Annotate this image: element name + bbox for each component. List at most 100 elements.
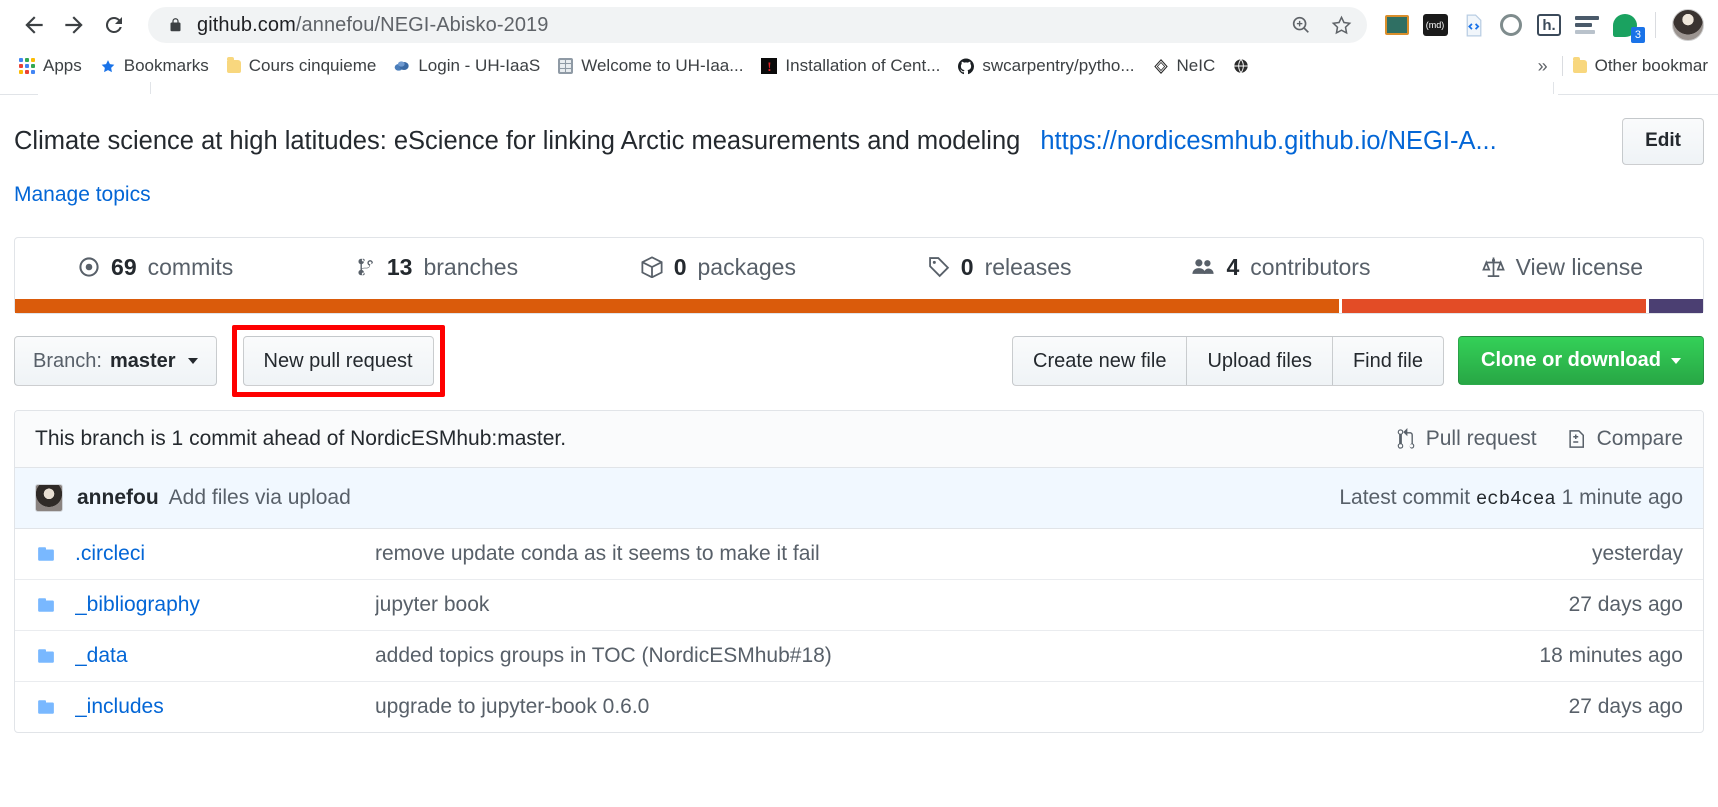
stat-branches[interactable]: 13 branches	[296, 254, 577, 281]
bookmark-bookmarks[interactable]: Bookmarks	[91, 53, 218, 79]
bookmarks-bar: Apps Bookmarks Cours cinquieme Login - U…	[0, 50, 1718, 82]
branch-icon	[356, 256, 376, 278]
stat-label: contributors	[1250, 253, 1371, 280]
folder-icon	[35, 698, 57, 716]
table-row[interactable]: _data added topics groups in TOC (Nordic…	[15, 631, 1703, 682]
bookmark-swcarpentry[interactable]: swcarpentry/pytho...	[949, 53, 1143, 79]
branch-selector-button[interactable]: Branch: master	[14, 335, 217, 386]
table-row[interactable]: _includes upgrade to jupyter-book 0.6.0 …	[15, 682, 1703, 732]
repo-actions-row: Branch: master New pull request Create n…	[14, 324, 1704, 397]
code-viewer-extension-icon[interactable]	[1459, 11, 1487, 39]
stat-contributors[interactable]: 4 contributors	[1140, 254, 1421, 281]
other-bookmarks-button[interactable]: Other bookmar	[1567, 56, 1708, 76]
find-file-button[interactable]: Find file	[1331, 335, 1444, 386]
forward-button[interactable]	[54, 5, 94, 45]
commit-author[interactable]: annefou	[77, 486, 159, 510]
table-row[interactable]: .circleci remove update conda as it seem…	[15, 529, 1703, 580]
file-time: 27 days ago	[1568, 694, 1683, 718]
file-time: 18 minutes ago	[1539, 643, 1683, 667]
folder-icon	[35, 545, 57, 563]
opera-circle-extension-icon[interactable]	[1497, 11, 1525, 39]
latest-commit-row: annefou Add files via upload Latest comm…	[15, 467, 1703, 529]
repo-homepage-link[interactable]: https://nordicesmhub.github.io/NEGI-A...	[1040, 127, 1496, 156]
commit-sha[interactable]: ecb4cea	[1476, 488, 1556, 510]
file-commit-message[interactable]: jupyter book	[375, 593, 1549, 617]
centos-icon: !	[761, 58, 778, 74]
stat-packages[interactable]: 0 packages	[578, 254, 859, 281]
pull-request-link[interactable]: Pull request	[1396, 427, 1537, 451]
pull-request-icon	[1397, 427, 1414, 449]
file-name[interactable]: _bibliography	[75, 593, 375, 617]
bookmark-login-uh-iaas[interactable]: Login - UH-IaaS	[385, 53, 549, 79]
file-name[interactable]: _data	[75, 644, 375, 668]
file-commit-message[interactable]: added topics groups in TOC (NordicESMhub…	[375, 644, 1519, 668]
branch-status-text: This branch is 1 commit ahead of NordicE…	[35, 426, 567, 450]
star-outline-icon[interactable]	[1330, 14, 1353, 37]
file-commit-message[interactable]: remove update conda as it seems to make …	[375, 542, 1572, 566]
stat-label: commits	[147, 253, 234, 280]
stat-label: releases	[984, 253, 1072, 280]
bookmark-welcome-uh-iaas[interactable]: Welcome to UH-Iaa...	[549, 53, 752, 79]
commit-time: 1 minute ago	[1561, 485, 1683, 509]
table-row[interactable]: _bibliography jupyter book 27 days ago	[15, 580, 1703, 631]
stat-releases[interactable]: 0 releases	[859, 254, 1140, 281]
file-name[interactable]: _includes	[75, 695, 375, 719]
bookmark-label: Cours cinquieme	[248, 56, 377, 75]
manage-topics-link[interactable]: Manage topics	[0, 165, 1718, 207]
back-button[interactable]	[14, 5, 54, 45]
create-new-file-button[interactable]: Create new file	[1012, 335, 1187, 386]
language-segment-html[interactable]	[1342, 298, 1647, 313]
stat-value: 69	[111, 253, 137, 280]
compare-label: Compare	[1596, 426, 1683, 450]
building-icon	[558, 58, 574, 74]
new-pull-request-wrapper: New pull request	[231, 324, 445, 397]
stat-value: 0	[673, 253, 687, 280]
file-listing-box: This branch is 1 commit ahead of NordicE…	[14, 409, 1704, 733]
file-commit-message[interactable]: upgrade to jupyter-book 0.6.0	[375, 695, 1549, 719]
bookmark-installation-centos[interactable]: ! Installation of Cent...	[752, 53, 949, 79]
stat-commits[interactable]: 69 commits	[15, 254, 296, 281]
language-segment-jupyter-notebook[interactable]	[15, 298, 1340, 313]
bookmark-label: Welcome to UH-Iaa...	[581, 56, 744, 75]
bookmark-cours-cinquieme[interactable]: Cours cinquieme	[218, 53, 386, 79]
bubble-extension-icon[interactable]: 3	[1611, 11, 1645, 43]
people-icon	[1191, 256, 1215, 278]
chevron-down-icon	[187, 357, 198, 364]
folder-icon	[35, 647, 57, 665]
bookmark-neic[interactable]: NeIC	[1144, 53, 1225, 79]
compare-link[interactable]: Compare	[1567, 427, 1683, 451]
upload-files-button[interactable]: Upload files	[1186, 335, 1332, 386]
file-time: yesterday	[1591, 541, 1683, 565]
hypothesis-extension-icon[interactable]: h.	[1535, 11, 1563, 39]
commit-message[interactable]: Add files via upload	[169, 486, 351, 510]
page-top-right-edge	[1558, 82, 1718, 95]
toolbar-divider	[1655, 12, 1656, 38]
extension-icons: (md) h. 3	[1367, 9, 1704, 43]
other-bookmarks-label: Other bookmar	[1594, 56, 1708, 75]
avatar[interactable]	[35, 483, 63, 512]
file-time: 27 days ago	[1568, 592, 1683, 616]
language-segment-python[interactable]	[1649, 298, 1703, 313]
stat-license[interactable]: View license	[1422, 254, 1703, 281]
edit-button[interactable]: Edit	[1622, 118, 1704, 165]
commit-meta: Latest commit ecb4cea 1 minute ago	[1339, 486, 1683, 510]
bookmark-label: swcarpentry/pytho...	[982, 56, 1135, 75]
reload-button[interactable]	[94, 5, 134, 45]
file-name[interactable]: .circleci	[75, 542, 375, 566]
repo-stats-bar: 69 commits 13 branches 0 packages 0 rele…	[15, 238, 1703, 299]
lines-extension-icon[interactable]	[1573, 11, 1601, 39]
bookmarks-divider	[1561, 56, 1563, 76]
bookmark-label: Apps	[43, 56, 82, 75]
zoom-search-icon[interactable]	[1290, 14, 1312, 36]
bookmark-apps[interactable]: Apps	[10, 53, 91, 79]
github-icon	[958, 58, 975, 74]
markdown-extension-icon[interactable]: (md)	[1421, 11, 1449, 39]
new-pull-request-button[interactable]: New pull request	[242, 335, 434, 386]
file-action-button-group: Create new file Upload files Find file	[1012, 335, 1444, 386]
bookmark-globe[interactable]	[1224, 55, 1266, 77]
clone-or-download-button[interactable]: Clone or download	[1458, 336, 1704, 386]
address-bar[interactable]: github.com/annefou/NEGI-Abisko-2019	[148, 7, 1367, 43]
bookmarks-overflow-button[interactable]: »	[1528, 56, 1558, 77]
profile-avatar[interactable]	[1672, 9, 1704, 41]
screencast-extension-icon[interactable]	[1383, 11, 1411, 39]
